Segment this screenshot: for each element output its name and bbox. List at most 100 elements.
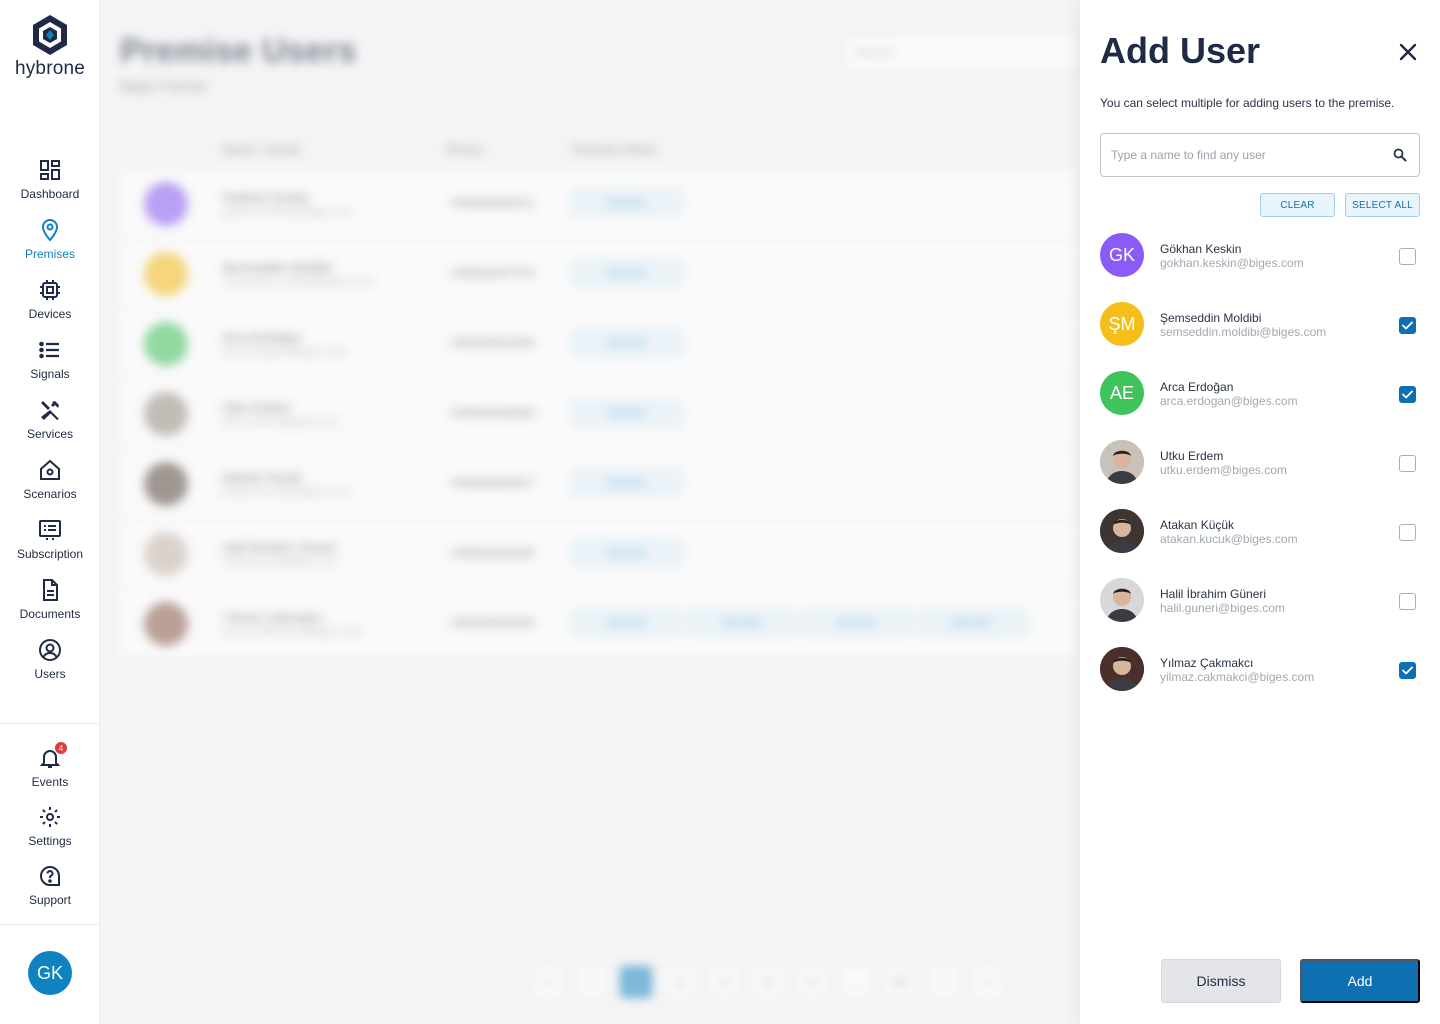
nav-label: Events — [31, 775, 69, 789]
column-header: Phone — [446, 142, 484, 157]
page-button[interactable]: › — [928, 966, 960, 998]
close-button[interactable] — [1398, 42, 1418, 62]
user-checkbox[interactable] — [1399, 662, 1416, 679]
search-icon[interactable] — [1393, 148, 1407, 162]
page-button[interactable]: « — [532, 966, 564, 998]
avatar: ŞM — [1100, 302, 1144, 346]
avatar: AE — [1100, 371, 1144, 415]
secondary-nav: 4 Events Settings Support — [0, 742, 100, 920]
page-button[interactable]: ... — [840, 966, 872, 998]
role-tag: Member — [572, 540, 682, 566]
nav-item-premises[interactable]: Premises — [0, 215, 100, 275]
row-phone: +905555559817 — [448, 476, 536, 490]
page-button[interactable]: 2 — [664, 966, 696, 998]
column-header: Name / Email — [222, 142, 301, 157]
page-title: Premise Users — [120, 32, 357, 70]
table-row[interactable]: Utku Erdem utku.erdem@biges.com +905555558… — [120, 380, 1080, 448]
nav-item-devices[interactable]: Devices — [0, 275, 100, 335]
checkmark-icon — [1402, 666, 1413, 675]
table-row[interactable]: Arca Erdoğan arca.erdogan@biges.com +90555… — [120, 310, 1080, 378]
nav-item-users[interactable]: Users — [0, 635, 100, 695]
table-row[interactable]: Halil İbrahim Güneri halil.guneri@biges.c… — [120, 520, 1080, 588]
user-list-item[interactable]: Atakan Küçük atakan.kucuk@biges.com — [1100, 507, 1420, 576]
page-button[interactable]: 1 — [620, 966, 652, 998]
current-user-avatar[interactable]: GK — [28, 951, 72, 995]
page-button[interactable]: ‹ — [576, 966, 608, 998]
user-photo — [1100, 440, 1144, 484]
table-row[interactable]: Yılmaz Çakmakcı yilmaz.cakmakci@biges.com… — [120, 590, 1080, 658]
user-list-item[interactable]: Halil İbrahim Güneri halil.guneri@biges.c… — [1100, 576, 1420, 645]
premise-users-page: Premise Users Biges Famas Search Name / … — [100, 0, 1082, 1024]
nav-label: Subscription — [16, 547, 84, 561]
user-list-item[interactable]: GK Gökhan Keskin gokhan.keskin@biges.com — [1100, 231, 1420, 300]
user-search-field — [1100, 133, 1420, 177]
user-list-item[interactable]: Utku Erdem utku.erdem@biges.com — [1100, 438, 1420, 507]
nav-item-services[interactable]: Services — [0, 395, 100, 455]
role-tag: Member — [802, 610, 912, 636]
nav-item-subscription[interactable]: Subscription — [0, 515, 100, 575]
nav-divider — [0, 723, 100, 724]
user-name: Yılmaz Çakmakcı — [1160, 656, 1254, 670]
table-row[interactable]: Şemseddin Moldibi semseddin.moldibi@biges… — [120, 240, 1080, 308]
column-header: Premise Roles — [572, 142, 657, 157]
checkmark-icon — [1402, 321, 1413, 330]
nav-item-signals[interactable]: Signals — [0, 335, 100, 395]
nav-label: Support — [28, 893, 72, 907]
role-tag: Member — [572, 190, 682, 216]
dashboard-icon — [37, 157, 63, 183]
close-icon — [1399, 43, 1417, 61]
notification-badge: 4 — [55, 742, 67, 754]
avatar — [144, 462, 188, 506]
user-list-item[interactable]: ŞM Şemseddin Moldibi semseddin.moldibi@big… — [1100, 300, 1420, 369]
user-list-item[interactable]: AE Arca Erdoğan arca.erdogan@biges.com — [1100, 369, 1420, 438]
logo[interactable]: hybrone — [0, 14, 100, 80]
table-row[interactable]: Gökhan Keskin gokhan.keskin@biges.com +905… — [120, 170, 1080, 238]
page-search-input[interactable]: Search — [842, 34, 1082, 72]
page-button[interactable]: 4 — [752, 966, 784, 998]
user-email: yilmaz.cakmakci@biges.com — [1160, 670, 1315, 684]
user-checkbox[interactable] — [1399, 317, 1416, 334]
user-checkbox[interactable] — [1399, 455, 1416, 472]
role-tag: Member — [572, 610, 682, 636]
nav-item-support[interactable]: Support — [0, 861, 100, 920]
row-phone: +905555553360 — [448, 336, 536, 350]
add-button[interactable]: Add — [1300, 959, 1420, 1003]
row-phone: +905555558080 — [448, 406, 536, 420]
row-name: Halil İbrahim Güneri — [222, 540, 337, 555]
nav-item-dashboard[interactable]: Dashboard — [0, 155, 100, 215]
avatar — [1100, 578, 1144, 622]
user-checkbox[interactable] — [1399, 524, 1416, 541]
clear-button[interactable]: CLEAR — [1260, 193, 1335, 217]
user-checkbox[interactable] — [1399, 248, 1416, 265]
page-subtitle: Biges Famas — [120, 78, 208, 95]
avatar — [1100, 440, 1144, 484]
user-checkbox[interactable] — [1399, 386, 1416, 403]
select-all-button[interactable]: SELECT ALL — [1345, 193, 1420, 217]
role-tag: Member — [572, 330, 682, 356]
list-icon — [37, 337, 63, 363]
subscription-icon — [37, 517, 63, 543]
dismiss-button[interactable]: Dismiss — [1161, 959, 1281, 1003]
user-checkbox[interactable] — [1399, 593, 1416, 610]
nav-item-events[interactable]: 4 Events — [0, 742, 100, 802]
pagination: « ‹ 1 2 3 4 5... 10 › » — [532, 966, 1004, 998]
nav-item-settings[interactable]: Settings — [0, 802, 100, 861]
user-search-input[interactable] — [1102, 135, 1382, 175]
page-button[interactable]: 10 — [884, 966, 916, 998]
home-gear-icon — [37, 457, 63, 483]
page-button[interactable]: » — [972, 966, 1004, 998]
nav-label: Services — [26, 427, 73, 441]
checkmark-icon — [1402, 390, 1413, 399]
user-list-item[interactable]: Yılmaz Çakmakcı yilmaz.cakmakci@biges.com — [1100, 645, 1420, 714]
row-email: arca.erdogan@biges.com — [222, 346, 349, 358]
user-name: Utku Erdem — [1160, 449, 1224, 463]
row-name: Utku Erdem — [222, 400, 291, 415]
nav-item-documents[interactable]: Documents — [0, 575, 100, 635]
user-name: Şemseddin Moldibi — [1160, 311, 1262, 325]
avatar — [1100, 509, 1144, 553]
table-row[interactable]: Atakan Küçük atakan.kucuk@biges.com +90555… — [120, 450, 1080, 518]
page-button[interactable]: 3 — [708, 966, 740, 998]
tools-icon — [37, 397, 63, 423]
nav-item-scenarios[interactable]: Scenarios — [0, 455, 100, 515]
page-button[interactable]: 5 — [796, 966, 828, 998]
